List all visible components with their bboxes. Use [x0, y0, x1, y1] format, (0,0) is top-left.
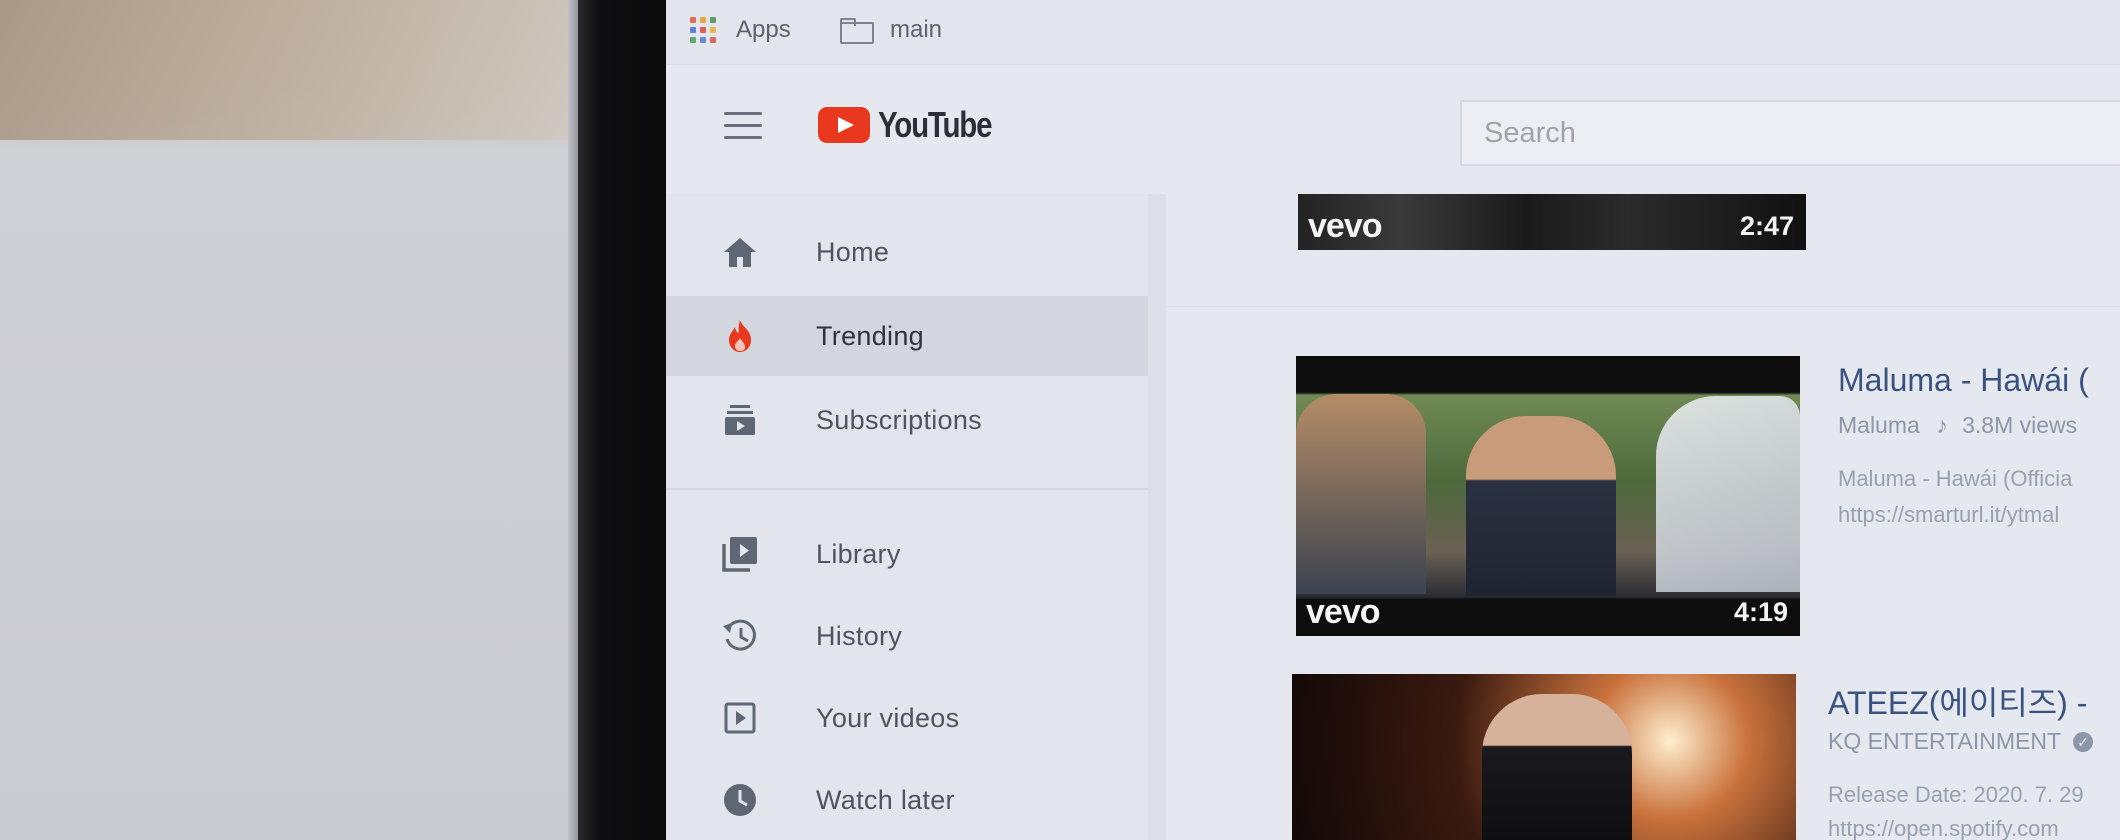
sidebar-item-label: Subscriptions [816, 404, 982, 435]
apps-bookmark[interactable]: Apps [690, 16, 791, 44]
verified-icon: ✓ [2072, 732, 2093, 752]
clock-icon [720, 780, 760, 820]
sidebar: Home Trending Subscriptions Library Hist… [666, 194, 1148, 840]
youtube-logo[interactable]: YouTube [818, 104, 1016, 146]
menu-icon[interactable] [724, 112, 762, 140]
video-description: https://open.spotify.com [1828, 816, 2059, 840]
video-title[interactable]: Maluma - Hawái ( [1838, 362, 2089, 399]
search-input[interactable] [1460, 100, 2120, 166]
channel-name[interactable]: Maluma [1838, 412, 1920, 438]
apps-grid-icon [690, 17, 716, 43]
folder-label: main [890, 16, 943, 43]
sidebar-item-label: History [816, 620, 903, 651]
library-icon [720, 534, 760, 574]
apps-label: Apps [736, 16, 791, 43]
browser-screen: Apps main YouTube Home Trending [666, 0, 2120, 840]
flame-icon [720, 316, 760, 356]
video-meta: KQ ENTERTAINMENT ✓ [1828, 728, 2093, 755]
home-icon [720, 232, 760, 272]
sidebar-item-label: Trending [816, 320, 924, 351]
brand-wordmark: YouTube [878, 104, 993, 145]
view-count: 3.8M views [1962, 412, 2078, 438]
vevo-logo: vevo [1306, 593, 1380, 631]
channel-name[interactable]: KQ ENTERTAINMENT [1828, 728, 2061, 754]
duration-badge: 2:47 [1739, 211, 1794, 241]
video-description: Maluma - Hawái (Officia [1838, 466, 2073, 491]
content-divider [1166, 306, 2120, 307]
thumbnail-figure [1296, 394, 1426, 594]
youtube-play-icon [818, 107, 870, 143]
thumbnail-figure [1466, 416, 1616, 596]
sidebar-item-watch-later[interactable]: Watch later [666, 760, 1148, 840]
main-folder-bookmark[interactable]: main [840, 16, 942, 44]
video-description: Release Date: 2020. 7. 29 [1828, 782, 2084, 807]
background-haze [0, 0, 580, 140]
monitor-bezel [578, 0, 666, 840]
duration-badge: 4:19 [1733, 597, 1788, 627]
sidebar-item-your-videos[interactable]: Your videos [666, 678, 1148, 758]
sidebar-item-label: Library [816, 538, 901, 569]
sidebar-item-subscriptions[interactable]: Subscriptions [666, 380, 1148, 460]
blurred-background [0, 0, 580, 840]
sidebar-item-label: Your videos [816, 702, 960, 733]
sidebar-item-label: Home [816, 236, 890, 267]
video-thumbnail[interactable]: vevo 4:19 [1296, 356, 1800, 636]
video-description: https://smarturl.it/ytmal [1838, 502, 2060, 527]
video-thumbnail[interactable] [1292, 674, 1796, 840]
video-thumbnail[interactable]: vevo 2:47 [1298, 194, 1806, 250]
history-icon [720, 616, 760, 656]
thumbnail-figure [1656, 396, 1800, 592]
play-square-icon [720, 698, 760, 738]
masthead: YouTube [666, 64, 2120, 194]
sidebar-item-home[interactable]: Home [666, 212, 1148, 292]
video-title[interactable]: ATEEZ(에이티즈) - [1828, 678, 2087, 724]
sidebar-item-library[interactable]: Library [666, 514, 1148, 594]
sidebar-item-history[interactable]: History [666, 596, 1148, 676]
sidebar-scrollbar[interactable] [1148, 194, 1166, 840]
sidebar-item-trending[interactable]: Trending [666, 296, 1148, 376]
sidebar-divider [666, 488, 1148, 490]
music-note-icon: ♪ [1936, 412, 1948, 438]
folder-icon [840, 18, 874, 44]
sidebar-item-label: Watch later [816, 784, 955, 815]
vevo-logo: vevo [1308, 207, 1382, 245]
thumbnail-figure [1482, 694, 1632, 840]
subscriptions-icon [720, 400, 760, 440]
bookmarks-bar: Apps main [666, 0, 2120, 65]
video-meta: Maluma ♪ 3.8M views [1838, 412, 2077, 439]
